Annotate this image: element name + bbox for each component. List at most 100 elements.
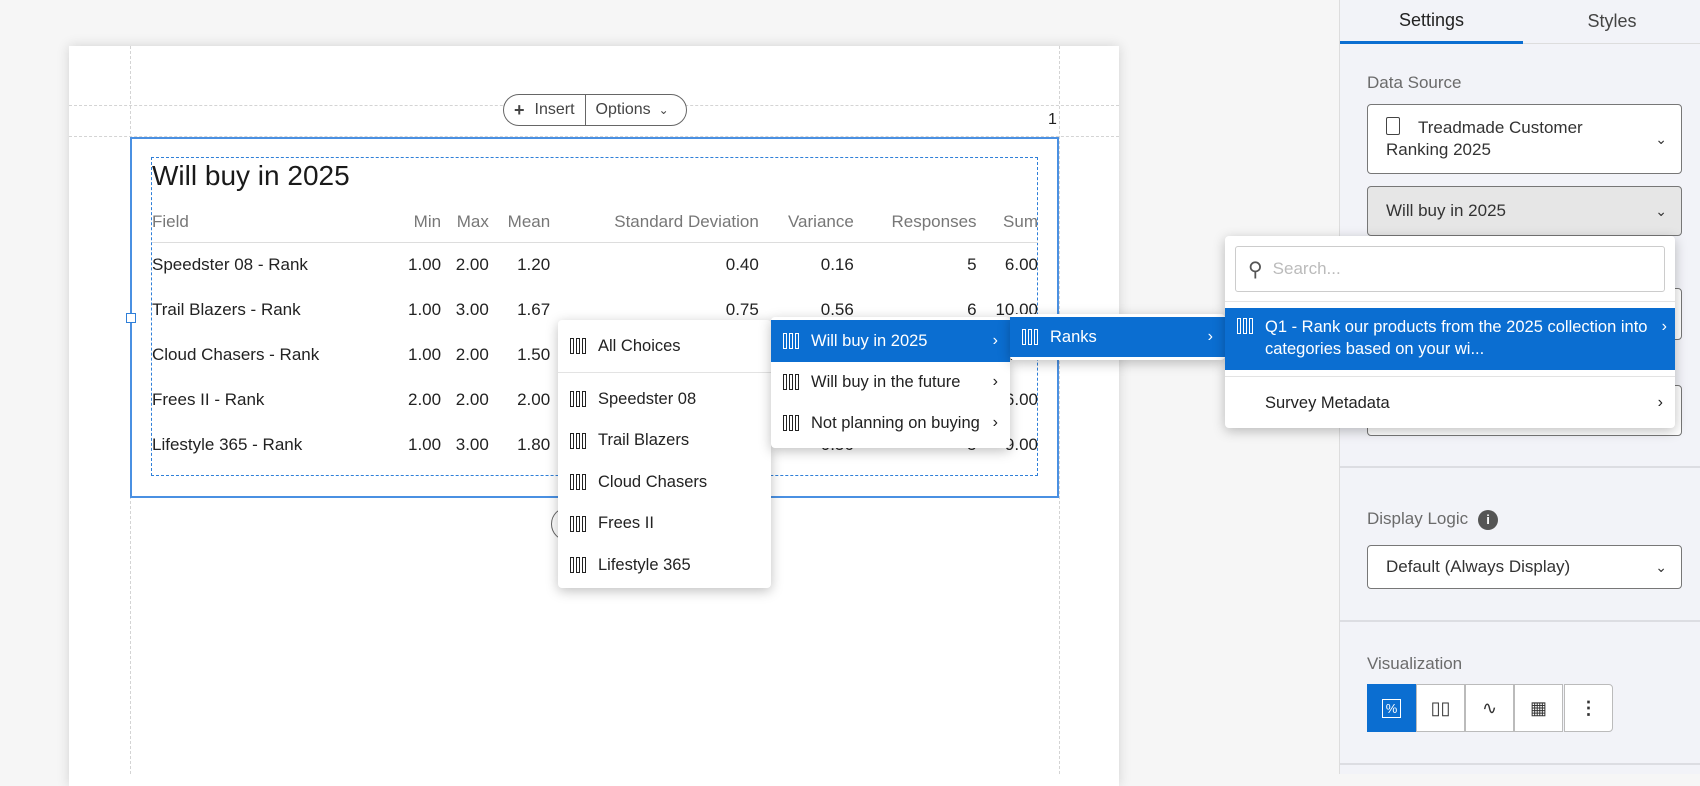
field-dropdown[interactable]: Will buy in 2025 ⌄ bbox=[1367, 186, 1682, 236]
resize-handle[interactable] bbox=[126, 313, 136, 323]
table-cell: 5 bbox=[967, 254, 977, 274]
menu-item-ranks[interactable]: Ranks › bbox=[1010, 317, 1225, 357]
chevron-down-icon: ⌄ bbox=[1655, 131, 1667, 147]
menu-item-label: Frees II bbox=[598, 514, 654, 532]
menu-item-label: Survey Metadata bbox=[1265, 393, 1390, 412]
table-cell: Lifestyle 365 - Rank bbox=[152, 434, 303, 454]
chevron-right-icon: › bbox=[992, 414, 998, 431]
table-cell: 1.50 bbox=[517, 344, 551, 364]
table-cell: 0.16 bbox=[820, 254, 854, 274]
menu-item-choice[interactable]: Speedster 08 bbox=[558, 380, 771, 418]
groups-menu: Will buy in 2025 › Will buy in the future ›… bbox=[771, 317, 1010, 448]
menu-item-choice[interactable]: Lifestyle 365 bbox=[558, 546, 771, 584]
table-cell: 1.00 bbox=[407, 299, 442, 319]
bar-chart-icon[interactable]: ▯▯ bbox=[1416, 684, 1465, 732]
menu-item-label: Speedster 08 bbox=[598, 389, 697, 408]
menu-item-question[interactable]: Q1 - Rank our products from the 2025 col… bbox=[1225, 308, 1675, 370]
field-icon bbox=[570, 557, 588, 573]
chevron-right-icon: › bbox=[1207, 328, 1213, 345]
menu-item-group[interactable]: Will buy in the future › bbox=[771, 361, 1010, 403]
column-header[interactable]: Variance bbox=[758, 202, 854, 243]
table-cell: Cloud Chasers - Rank bbox=[152, 344, 320, 364]
menu-item-choice[interactable]: Frees II bbox=[558, 505, 771, 543]
column-header[interactable]: Mean bbox=[488, 202, 551, 243]
widget-title: Will buy in 2025 bbox=[152, 160, 350, 191]
table-cell: 1.00 bbox=[407, 254, 442, 274]
page-number: 1 bbox=[1048, 111, 1057, 128]
divider bbox=[1225, 301, 1675, 302]
data-source-value: Treadmade Customer Ranking 2025 bbox=[1386, 118, 1583, 159]
search-icon: ⚲ bbox=[1248, 258, 1263, 281]
tab-settings[interactable]: Settings bbox=[1340, 0, 1523, 44]
table-cell: 6.00 bbox=[1004, 254, 1038, 274]
table-cell: 2.00 bbox=[455, 344, 489, 364]
visualization-label: Visualization bbox=[1367, 654, 1463, 673]
column-header[interactable]: Field bbox=[152, 202, 394, 243]
table-cell: 1.00 bbox=[407, 434, 442, 454]
data-source-menu: ⚲ Search... Q1 - Rank our products from … bbox=[1225, 236, 1675, 428]
line-chart-icon[interactable]: ∿ bbox=[1465, 684, 1514, 732]
table-cell: 2.00 bbox=[517, 389, 551, 409]
menu-item-choice[interactable]: Cloud Chasers bbox=[558, 463, 771, 501]
field-icon bbox=[1237, 318, 1255, 334]
field-icon bbox=[570, 432, 588, 449]
field-value: Will buy in 2025 bbox=[1386, 201, 1507, 220]
chevron-down-icon: ⌄ bbox=[1655, 202, 1667, 219]
menu-item-group[interactable]: Not planning on buying › bbox=[771, 402, 1010, 444]
field-icon bbox=[783, 415, 801, 431]
survey-icon bbox=[1386, 117, 1400, 135]
column-header[interactable]: Standard Deviation bbox=[550, 202, 759, 243]
divider bbox=[1340, 466, 1700, 468]
column-header[interactable]: Sum bbox=[976, 202, 1038, 243]
chevron-right-icon: › bbox=[992, 332, 998, 349]
insert-button[interactable]: + Insert bbox=[504, 95, 586, 125]
column-header[interactable]: Min bbox=[393, 202, 442, 243]
table-cell: 2.00 bbox=[455, 389, 489, 409]
field-icon bbox=[570, 338, 588, 354]
display-logic-label: Display Logic i bbox=[1367, 509, 1499, 530]
column-header[interactable]: Max bbox=[441, 202, 489, 243]
menu-item-all-choices[interactable]: All Choices bbox=[558, 328, 771, 364]
field-icon bbox=[570, 474, 588, 490]
table-cell: 1.00 bbox=[407, 344, 442, 364]
menu-item-label: Will buy in 2025 bbox=[811, 331, 928, 350]
more-icon[interactable]: ⋮ bbox=[1564, 684, 1613, 732]
menu-item-label: Lifestyle 365 bbox=[598, 555, 691, 574]
menu-item-label: Q1 - Rank our products from the 2025 col… bbox=[1265, 318, 1648, 358]
column-header[interactable]: Responses bbox=[853, 202, 977, 243]
guide-line bbox=[1059, 46, 1060, 774]
table-cell: 2.00 bbox=[407, 389, 442, 409]
field-icon bbox=[570, 515, 588, 532]
table-cell: 3.00 bbox=[455, 299, 489, 319]
data-source-label: Data Source bbox=[1367, 73, 1462, 92]
menu-item-choice[interactable]: Trail Blazers bbox=[558, 422, 771, 460]
menu-item-survey-metadata[interactable]: Survey Metadata › bbox=[1225, 384, 1675, 422]
percent-icon[interactable]: % bbox=[1367, 684, 1416, 732]
choices-menu: All Choices Speedster 08 Trail Blazers Clo… bbox=[558, 320, 771, 588]
options-label: Options bbox=[595, 101, 651, 118]
chevron-right-icon: › bbox=[1661, 318, 1667, 335]
insert-label: Insert bbox=[534, 101, 575, 118]
table-icon[interactable]: ▦ bbox=[1514, 684, 1563, 732]
divider bbox=[1340, 763, 1700, 765]
data-source-dropdown[interactable]: Treadmade Customer Ranking 2025 ⌄ bbox=[1367, 104, 1682, 174]
table-cell: 2.00 bbox=[455, 254, 489, 274]
search-input[interactable]: ⚲ Search... bbox=[1235, 246, 1665, 292]
chevron-down-icon: ⌄ bbox=[1655, 558, 1667, 575]
table-cell: 1.67 bbox=[517, 299, 551, 319]
tab-styles[interactable]: Styles bbox=[1523, 0, 1700, 44]
info-icon[interactable]: i bbox=[1478, 510, 1499, 530]
options-button[interactable]: Options ⌄ bbox=[586, 95, 679, 125]
divider bbox=[1340, 620, 1700, 622]
field-icon bbox=[1022, 329, 1040, 345]
table-row: Speedster 08 - Rank 1.00 2.00 1.20 0.40 0.16 5… bbox=[152, 242, 1038, 287]
menu-item-label: Cloud Chasers bbox=[598, 472, 708, 491]
table-cell: 1.80 bbox=[517, 434, 551, 454]
display-logic-dropdown[interactable]: Default (Always Display) ⌄ bbox=[1367, 545, 1682, 589]
table-cell: 3.00 bbox=[455, 434, 489, 454]
insert-options-control: + Insert Options ⌄ bbox=[503, 94, 687, 126]
menu-item-group[interactable]: Will buy in 2025 › bbox=[771, 320, 1010, 362]
field-icon bbox=[570, 391, 588, 407]
search-placeholder: Search... bbox=[1272, 259, 1341, 278]
menu-item-label: All Choices bbox=[598, 336, 681, 355]
